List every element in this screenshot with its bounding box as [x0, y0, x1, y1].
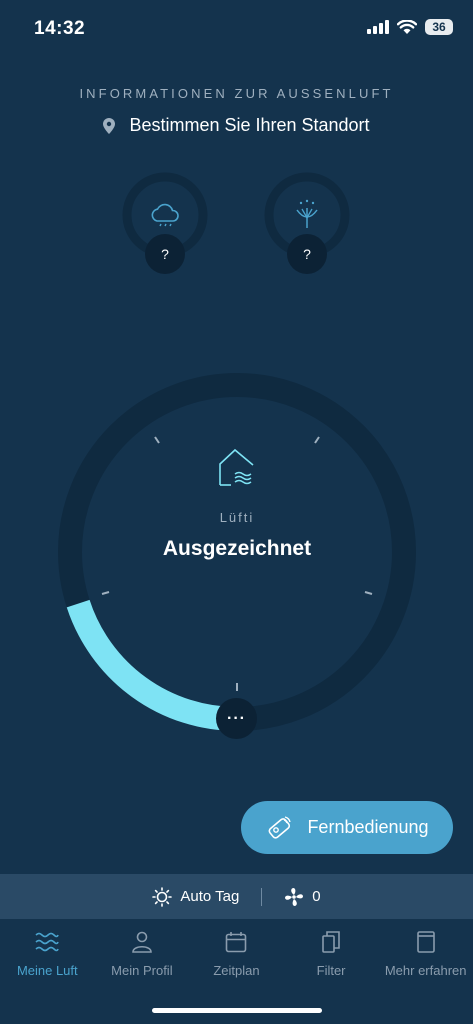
- location-selector[interactable]: Bestimmen Sie Ihren Standort: [0, 115, 473, 136]
- gauge-center: Lüfti Ausgezeichnet: [58, 447, 416, 561]
- fan-indicator: 0: [284, 887, 321, 907]
- strip-divider: [261, 887, 263, 906]
- fan-icon: [285, 887, 304, 906]
- tab-mehr-erfahren[interactable]: Mehr erfahren: [378, 931, 473, 978]
- wifi-icon: [397, 20, 417, 34]
- tab-label: Mein Profil: [111, 963, 173, 978]
- outside-air-heading: INFORMATIONEN ZUR AUSSENLUFT: [79, 86, 394, 101]
- gauge-knob[interactable]: ···: [216, 698, 257, 739]
- tab-bar: Meine Luft Mein Profil Zeitplan Filter M…: [0, 919, 473, 1024]
- weather-gauge[interactable]: ?: [120, 170, 210, 274]
- tab-label: Meine Luft: [16, 963, 78, 978]
- fan-level: 0: [312, 888, 321, 905]
- status-bar: 14:32 36: [0, 0, 473, 56]
- location-pin-icon: [103, 117, 116, 134]
- gauge-tick: [154, 436, 160, 444]
- remote-control-label: Fernbedienung: [307, 817, 429, 837]
- tab-label: Zeitplan: [213, 963, 260, 978]
- gauge-tick: [314, 436, 320, 444]
- status-icons: 36: [367, 19, 453, 35]
- gauge-tick: [101, 591, 110, 595]
- clock: 14:32: [34, 18, 86, 39]
- tab-label: Mehr erfahren: [384, 963, 467, 978]
- sun-icon: [152, 886, 173, 907]
- calendar-icon: [226, 932, 247, 953]
- book-icon: [416, 931, 435, 953]
- mode-label: Auto Tag: [180, 888, 240, 905]
- battery-icon: 36: [425, 19, 453, 35]
- person-icon: [132, 931, 152, 953]
- home-indicator: [152, 1008, 322, 1013]
- house-air-icon: [219, 448, 254, 486]
- gauge-subtitle: Lüfti: [219, 510, 255, 525]
- weather-value-badge: ?: [145, 234, 185, 274]
- tab-mein-profil[interactable]: Mein Profil: [95, 931, 190, 978]
- filter-icon: [322, 931, 340, 953]
- pollen-value-badge: ?: [287, 234, 327, 274]
- tab-filter[interactable]: Filter: [284, 931, 379, 978]
- cloud-rain-icon: [151, 203, 179, 227]
- signal-icon: [367, 20, 389, 34]
- waves-icon: [35, 932, 60, 952]
- pollen-gauge[interactable]: ?: [262, 170, 352, 274]
- air-quality-status: Ausgezeichnet: [162, 537, 312, 560]
- gauge-tick: [364, 591, 373, 595]
- pollen-flower-icon: [296, 199, 318, 228]
- remote-icon: [268, 815, 292, 839]
- tab-zeitplan[interactable]: Zeitplan: [189, 931, 284, 978]
- tab-label: Filter: [316, 963, 346, 978]
- device-status-strip[interactable]: Auto Tag 0: [0, 874, 473, 919]
- location-label: Bestimmen Sie Ihren Standort: [129, 115, 370, 135]
- gauge-fill: [66, 599, 238, 731]
- mode-indicator: Auto Tag: [152, 886, 240, 907]
- tab-meine-luft[interactable]: Meine Luft: [0, 931, 95, 978]
- remote-control-button[interactable]: Fernbedienung: [241, 801, 453, 854]
